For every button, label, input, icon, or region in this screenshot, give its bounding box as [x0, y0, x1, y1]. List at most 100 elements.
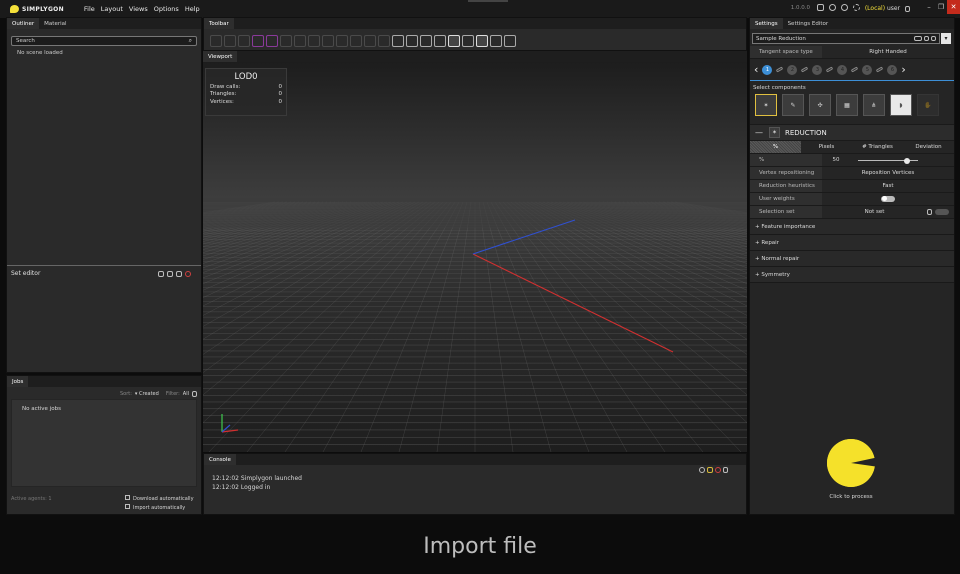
- tab-settings-editor[interactable]: Settings Editor: [783, 18, 834, 29]
- rotate-tool-icon[interactable]: [224, 34, 236, 47]
- material-component-icon[interactable]: ▦: [836, 94, 858, 116]
- frame-tool-icon[interactable]: [364, 34, 376, 47]
- pivot-tool-icon[interactable]: [350, 34, 362, 47]
- snap-tool-icon[interactable]: [378, 34, 390, 47]
- lod-step-3[interactable]: 3: [812, 64, 823, 75]
- process-logo-icon[interactable]: [821, 437, 881, 489]
- remeshing-component-icon[interactable]: ✎: [782, 94, 804, 116]
- select-b-tool-icon[interactable]: [266, 34, 278, 47]
- user-info[interactable]: (Local) user: [865, 5, 910, 12]
- light-tool-icon[interactable]: [434, 34, 446, 47]
- lod-step-6[interactable]: 6: [887, 64, 898, 75]
- menu-views[interactable]: Views: [129, 5, 148, 13]
- camera-tool-icon[interactable]: [420, 34, 432, 47]
- drag-handle[interactable]: [468, 0, 508, 2]
- heuristics-value[interactable]: Fast: [822, 183, 954, 189]
- percent-slider[interactable]: [850, 154, 954, 166]
- error-filter-icon[interactable]: [715, 467, 721, 473]
- section-normal-repair[interactable]: + Normal repair: [750, 251, 954, 267]
- percent-value[interactable]: 50: [822, 157, 850, 163]
- color-tool-icon[interactable]: [406, 34, 418, 47]
- preset-select[interactable]: Sample Reduction: [752, 33, 940, 44]
- import-option[interactable]: Import automatically: [125, 503, 194, 513]
- selection-trash-icon[interactable]: [927, 209, 932, 215]
- select-a-tool-icon[interactable]: [252, 34, 264, 47]
- selection-toggle[interactable]: [935, 209, 949, 215]
- search-input[interactable]: Search: [16, 38, 35, 44]
- section-repair[interactable]: + Repair: [750, 235, 954, 251]
- bone-component-icon[interactable]: ⋔: [863, 94, 885, 116]
- vertex-value[interactable]: Reposition Vertices: [822, 170, 954, 176]
- wire-tool-icon[interactable]: [322, 34, 334, 47]
- tab-outliner[interactable]: Outliner: [7, 18, 40, 29]
- import-checkbox[interactable]: [125, 503, 130, 509]
- collapse-icon[interactable]: —: [755, 128, 763, 137]
- edit-set-icon[interactable]: [176, 271, 182, 277]
- mode-tab-3[interactable]: Deviation: [903, 141, 954, 153]
- preset-dropdown-button[interactable]: ▾: [941, 33, 951, 44]
- menu-layout[interactable]: Layout: [101, 5, 123, 13]
- x-ray-tool-icon[interactable]: [336, 34, 348, 47]
- sort-dropdown[interactable]: ▾ Created: [135, 391, 159, 397]
- link-icon[interactable]: [851, 66, 859, 73]
- tab-material[interactable]: Material: [39, 18, 71, 29]
- tangent-value[interactable]: Right Handed: [822, 49, 954, 55]
- link-icon[interactable]: [801, 66, 809, 73]
- download-checkbox[interactable]: [125, 495, 130, 500]
- link-icon[interactable]: [826, 66, 834, 73]
- menu-help[interactable]: Help: [185, 5, 200, 13]
- menu-options[interactable]: Options: [154, 5, 179, 13]
- viewport-canvas[interactable]: [203, 62, 747, 452]
- lod-step-4[interactable]: 4: [837, 64, 848, 75]
- tab-viewport[interactable]: Viewport: [203, 51, 238, 62]
- monitor-icon[interactable]: [817, 4, 824, 11]
- export-preset-icon[interactable]: [924, 36, 929, 41]
- vertex-tool-icon[interactable]: [280, 34, 292, 47]
- section-symmetry[interactable]: + Symmetry: [750, 267, 954, 283]
- download-option[interactable]: Download automatically: [125, 495, 194, 504]
- reduction-header[interactable]: — ✶ REDUCTION: [750, 124, 954, 141]
- process-button[interactable]: [821, 437, 881, 489]
- remove-set-icon[interactable]: [185, 271, 191, 277]
- menu-file[interactable]: File: [84, 5, 95, 13]
- weights-toggle[interactable]: [881, 195, 895, 202]
- add-set-icon[interactable]: [167, 271, 173, 277]
- lod-step-1[interactable]: 1: [762, 64, 773, 75]
- new-preset-icon[interactable]: [914, 36, 922, 41]
- impostor-component-icon[interactable]: ◗: [890, 94, 912, 116]
- search-icon[interactable]: ⌕: [189, 37, 192, 45]
- delete-preset-icon[interactable]: [931, 36, 936, 41]
- tab-console[interactable]: Console: [204, 454, 236, 465]
- graph-tool-icon[interactable]: [504, 34, 516, 47]
- mode-tab-2[interactable]: # Triangles: [852, 141, 903, 153]
- next-lod-icon[interactable]: ›: [901, 63, 905, 76]
- refresh-icon[interactable]: [853, 4, 860, 11]
- face-tool-icon[interactable]: [308, 34, 320, 47]
- mode-tab-0[interactable]: %: [750, 141, 801, 153]
- minimize-icon[interactable]: –: [923, 0, 935, 14]
- tab-settings[interactable]: Settings: [750, 18, 783, 29]
- grid-tool-icon[interactable]: [448, 34, 460, 47]
- anchor-tool-icon[interactable]: [476, 34, 488, 47]
- scale-tool-icon[interactable]: [238, 34, 250, 47]
- lod-step-5[interactable]: 5: [862, 64, 873, 75]
- prev-lod-icon[interactable]: ‹: [754, 63, 758, 76]
- help-icon[interactable]: [841, 4, 848, 11]
- close-icon[interactable]: ✕: [947, 0, 960, 14]
- info-filter-icon[interactable]: [699, 467, 705, 473]
- warning-filter-icon[interactable]: [707, 467, 713, 473]
- lod-step-2[interactable]: 2: [787, 64, 798, 75]
- filter-value[interactable]: All: [183, 391, 189, 397]
- outliner-search[interactable]: Search ⌕: [11, 36, 197, 46]
- link-icon[interactable]: [776, 66, 784, 73]
- trash-icon[interactable]: [192, 391, 197, 397]
- aggregation-component-icon[interactable]: ✣: [809, 94, 831, 116]
- reduction-component-icon[interactable]: ✶: [755, 94, 777, 116]
- logout-icon[interactable]: [905, 5, 910, 12]
- stack-icon[interactable]: [158, 271, 164, 277]
- tab-toolbar[interactable]: Toolbar: [204, 18, 234, 29]
- edge-tool-icon[interactable]: [294, 34, 306, 47]
- slider-thumb[interactable]: [904, 157, 910, 164]
- clear-console-icon[interactable]: [723, 467, 728, 473]
- link-icon[interactable]: [876, 66, 884, 73]
